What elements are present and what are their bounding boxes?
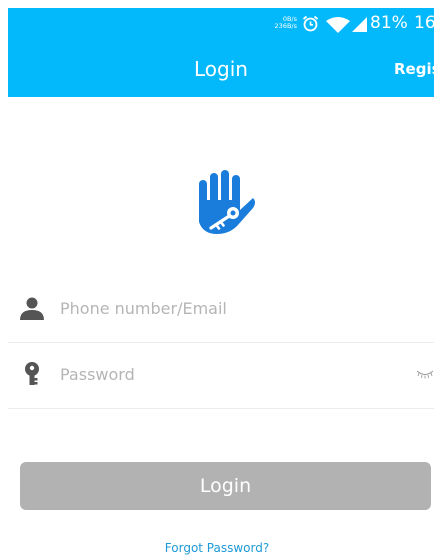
password-input[interactable]	[60, 361, 400, 387]
username-row	[8, 276, 434, 343]
eye-closed-icon[interactable]	[416, 369, 434, 379]
signal-icon	[352, 17, 367, 32]
register-link[interactable]: Register	[394, 59, 434, 79]
login-button[interactable]: Login	[20, 462, 431, 510]
app-header: 0B/s 236B/s 81% 16 Login Register	[8, 8, 434, 97]
user-icon	[20, 297, 44, 320]
battery-level: 81%	[370, 13, 408, 33]
username-input[interactable]	[60, 295, 400, 321]
network-speed: 0B/s 236B/s	[257, 16, 297, 30]
password-row	[8, 342, 434, 409]
key-icon	[25, 362, 39, 385]
status-bar: 0B/s 236B/s 81% 16	[8, 8, 434, 38]
page-title: Login	[194, 57, 248, 81]
wifi-icon	[326, 17, 350, 33]
speed-up: 236B/s	[274, 22, 297, 30]
hand-key-icon	[199, 170, 255, 234]
forgot-password-link[interactable]: Forgot Password?	[0, 540, 434, 556]
alarm-icon	[302, 15, 319, 32]
clock: 16	[414, 13, 434, 33]
